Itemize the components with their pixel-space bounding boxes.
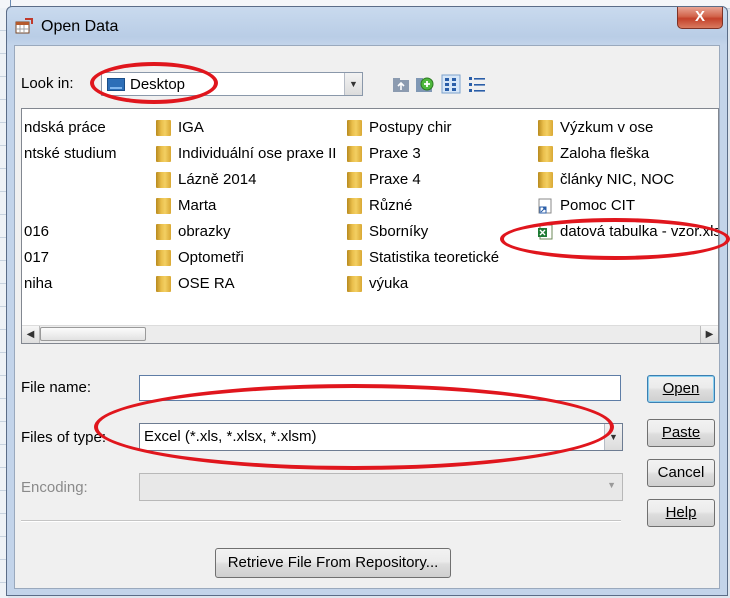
help-button[interactable]: Help [647, 499, 715, 527]
file-name-label: File name: [21, 379, 92, 396]
retrieve-button-label: Retrieve File From Repository... [227, 554, 439, 571]
folder-icon [538, 146, 553, 162]
folder-icon [156, 224, 171, 240]
title-bar[interactable]: Open Data X [7, 7, 727, 45]
cancel-button-label: Cancel [657, 464, 705, 481]
folder-icon [347, 276, 362, 292]
chevron-down-icon[interactable]: ▼ [604, 424, 622, 450]
folder-icon [347, 146, 362, 162]
encoding-label: Encoding: [21, 479, 88, 496]
details-view-icon[interactable] [467, 74, 487, 94]
dialog-body: Look in: Desktop ▼ ndská práce ntské stu… [14, 45, 720, 589]
list-item[interactable]: 016 [24, 223, 49, 240]
folder-icon [347, 224, 362, 240]
scroll-left-icon[interactable]: ◀ [22, 326, 40, 343]
help-button-label: Help [665, 504, 697, 521]
open-button[interactable]: Open [647, 375, 715, 403]
files-of-type-label: Files of type: [21, 429, 107, 446]
folder-icon [156, 198, 171, 214]
folder-icon [347, 198, 362, 214]
cancel-button[interactable]: Cancel [647, 459, 715, 487]
files-of-type-combo[interactable]: Excel (*.xls, *.xlsx, *.xlsm) ▼ [139, 423, 623, 451]
retrieve-from-repository-button[interactable]: Retrieve File From Repository... [215, 548, 451, 578]
folder-icon [347, 120, 362, 136]
excel-file-icon [538, 224, 553, 240]
paste-button[interactable]: Paste [647, 419, 715, 447]
folder-icon [347, 172, 362, 188]
folder-icon [156, 172, 171, 188]
divider [21, 520, 621, 522]
close-button[interactable]: X [677, 7, 723, 29]
list-view-icon[interactable] [441, 74, 461, 94]
desktop-icon [107, 78, 125, 91]
file-list[interactable]: ndská práce ntské studium 016 017 niha I… [21, 108, 719, 344]
list-item[interactable]: 017 [24, 249, 49, 266]
look-in-label: Look in: [21, 75, 74, 92]
folder-icon [156, 120, 171, 136]
chevron-down-icon: ▼ [607, 480, 616, 490]
dialog-title: Open Data [41, 18, 119, 35]
folder-icon [156, 146, 171, 162]
spss-app-icon [15, 18, 33, 34]
folder-icon [156, 276, 171, 292]
list-item[interactable]: ntské studium [24, 145, 117, 162]
folder-icon [538, 120, 553, 136]
scrollbar-thumb[interactable] [40, 327, 146, 341]
file-name-input[interactable] [139, 375, 621, 401]
folder-icon [347, 250, 362, 266]
chevron-down-icon[interactable]: ▼ [344, 73, 362, 95]
files-of-type-value: Excel (*.xls, *.xlsx, *.xlsm) [144, 428, 317, 445]
up-folder-icon[interactable] [391, 74, 411, 94]
look-in-value: Desktop [130, 76, 186, 93]
scroll-right-icon[interactable]: ▶ [700, 326, 718, 343]
encoding-combo: ▼ [139, 473, 623, 501]
list-item[interactable]: ndská práce [24, 119, 106, 136]
shortcut-icon [538, 198, 553, 214]
look-in-combo[interactable]: Desktop ▼ [101, 72, 363, 96]
horizontal-scrollbar[interactable]: ◀ ▶ [22, 325, 718, 343]
folder-icon [156, 250, 171, 266]
folder-icon [538, 172, 553, 188]
open-button-label: Open [662, 380, 700, 397]
new-folder-icon[interactable] [415, 74, 435, 94]
paste-button-label: Paste [661, 424, 701, 441]
list-item[interactable]: niha [24, 275, 52, 292]
open-data-dialog: Open Data X Look in: Desktop ▼ ndská prá… [6, 6, 728, 596]
